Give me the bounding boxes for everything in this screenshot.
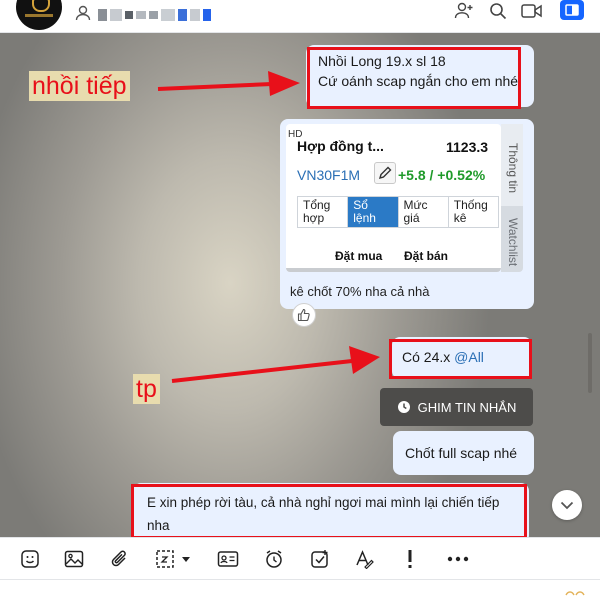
message-list[interactable]: Nhồi Long 19.x sl 18 Cứ oánh scap ngắn c… xyxy=(0,33,600,537)
important-icon[interactable] xyxy=(398,547,422,571)
search-icon[interactable] xyxy=(486,0,510,22)
chat-app: Nhồi Long 19.x sl 18 Cứ oánh scap ngắn c… xyxy=(0,0,600,600)
text-format-icon[interactable] xyxy=(352,547,376,571)
reminder-icon[interactable] xyxy=(262,547,286,571)
sticker-icon[interactable] xyxy=(18,547,42,571)
annotation-arrow-mid xyxy=(171,346,380,383)
contact-card-icon[interactable] xyxy=(216,547,240,571)
image-icon[interactable] xyxy=(62,547,86,571)
group-name-redacted xyxy=(98,8,211,22)
logo-mark xyxy=(32,0,50,12)
attachment-icon[interactable] xyxy=(108,547,132,571)
task-icon[interactable] xyxy=(308,547,332,571)
person-icon[interactable] xyxy=(74,4,92,22)
emoji-icon[interactable] xyxy=(564,590,586,596)
sidebar-toggle-icon[interactable] xyxy=(560,0,584,20)
composer-toolbar xyxy=(0,537,600,580)
message-composer[interactable] xyxy=(0,579,600,600)
annotation-arrow-top xyxy=(157,71,300,96)
screenshot-icon[interactable] xyxy=(154,547,196,571)
more-icon[interactable] xyxy=(446,547,470,571)
add-member-icon[interactable] xyxy=(452,0,476,22)
annotation-arrows xyxy=(157,71,380,383)
logo-text xyxy=(25,14,53,17)
video-call-icon[interactable] xyxy=(520,0,544,22)
chat-header xyxy=(0,0,600,33)
group-avatar[interactable] xyxy=(16,0,62,30)
